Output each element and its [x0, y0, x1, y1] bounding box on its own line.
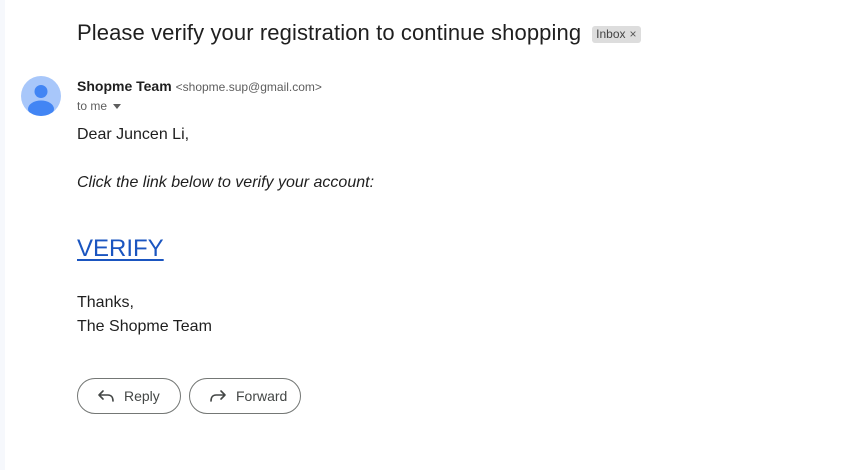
subject-row: Please verify your registration to conti…	[77, 20, 641, 46]
left-edge-strip	[0, 0, 5, 470]
label-text: Inbox	[596, 26, 626, 41]
recipient-label: to me	[77, 99, 108, 113]
forward-button[interactable]: Forward	[189, 378, 301, 414]
reply-label: Reply	[124, 388, 160, 404]
sender-row: Shopme Team <shopme.sup@gmail.com>	[77, 78, 322, 94]
verify-link[interactable]: VERIFY	[77, 235, 164, 263]
sender-name[interactable]: Shopme Team	[77, 78, 172, 94]
reply-button[interactable]: Reply	[77, 378, 181, 414]
caret-down-icon[interactable]	[113, 103, 122, 109]
person-icon	[28, 85, 54, 116]
sender-email: <shopme.sup@gmail.com>	[175, 80, 322, 94]
reply-arrow-icon	[98, 390, 114, 402]
sender-avatar[interactable]	[21, 76, 61, 116]
signature-text: The Shopme Team	[77, 318, 212, 335]
recipient-details-toggle[interactable]: to me	[77, 99, 122, 113]
close-icon[interactable]: ×	[630, 27, 637, 41]
closing-text: Thanks,	[77, 294, 134, 311]
instruction-text: Click the link below to verify your acco…	[77, 174, 375, 191]
forward-label: Forward	[236, 388, 288, 404]
greeting-text: Dear Juncen Li,	[77, 126, 190, 143]
inbox-label-chip[interactable]: Inbox ×	[592, 25, 641, 43]
email-subject: Please verify your registration to conti…	[77, 20, 582, 45]
forward-arrow-icon	[210, 390, 226, 402]
